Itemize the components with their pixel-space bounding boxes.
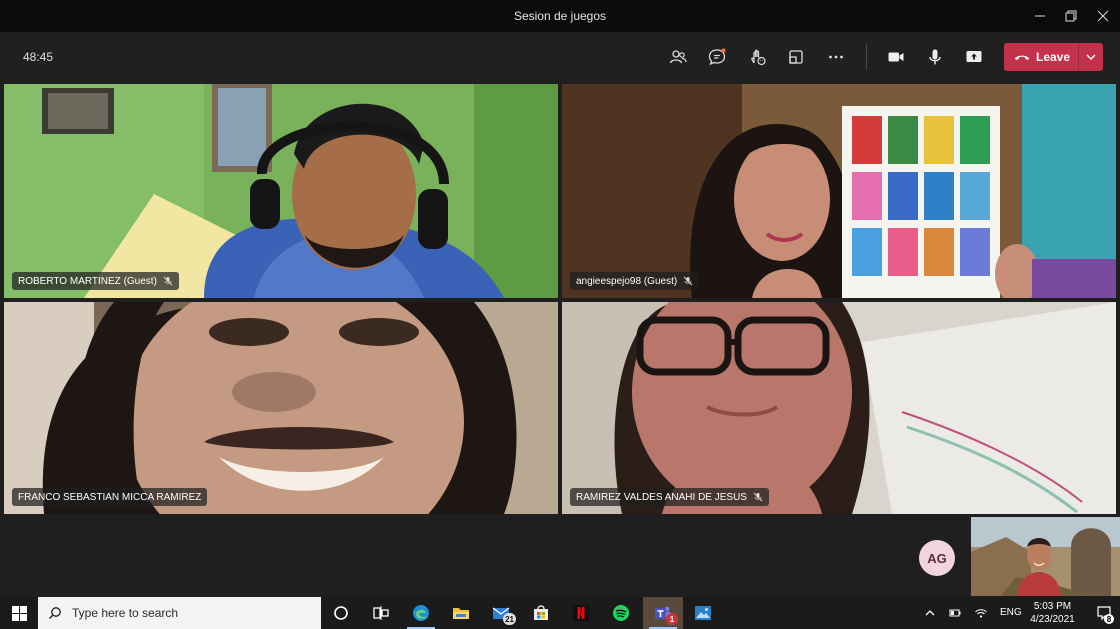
- show-hidden-icons-button[interactable]: [920, 597, 940, 629]
- cortana-icon: [334, 606, 348, 620]
- taskbar-app-store[interactable]: [521, 597, 561, 629]
- participant-name: angieespejo98 (Guest): [576, 275, 678, 287]
- mic-off-icon: [163, 276, 173, 286]
- windows-logo-icon: [11, 605, 27, 621]
- video-tile[interactable]: FRANCO SEBASTIAN MICCA RAMIREZ: [4, 302, 558, 514]
- participant-name-tag: RAMIREZ VALDES ANAHI DE JESUS: [570, 488, 769, 506]
- participant-name: FRANCO SEBASTIAN MICCA RAMIREZ: [18, 491, 202, 503]
- leave-meeting-control: Leave: [1004, 43, 1103, 71]
- taskbar-app-edge[interactable]: [401, 597, 441, 629]
- netflix-icon: [573, 605, 589, 621]
- toolbar-divider: [866, 44, 867, 70]
- taskbar-clock[interactable]: 5:03 PM 4/23/2021: [1025, 600, 1080, 626]
- camera-button[interactable]: [881, 43, 911, 71]
- taskbar-app-mail[interactable]: 21: [481, 597, 521, 629]
- self-video: [971, 517, 1120, 596]
- title-bar: Sesion de juegos: [0, 0, 1120, 32]
- self-view-video[interactable]: [971, 517, 1120, 596]
- reactions-icon: [751, 49, 766, 66]
- participant-video: [562, 84, 1116, 298]
- leave-options-button[interactable]: [1079, 43, 1103, 71]
- meeting-timer: 48:45: [23, 50, 54, 64]
- participant-name-tag: angieespejo98 (Guest): [570, 272, 700, 290]
- task-view-icon: [373, 606, 389, 620]
- leave-label: Leave: [1036, 50, 1071, 64]
- meeting-toolbar: 48:45 Leave: [0, 32, 1120, 82]
- action-center-button[interactable]: 8: [1088, 597, 1120, 629]
- task-view-button[interactable]: [361, 597, 401, 629]
- network-indicator[interactable]: [970, 597, 992, 629]
- photos-icon: [695, 606, 711, 620]
- breakout-rooms-button[interactable]: [781, 43, 811, 71]
- participant-name-tag: ROBERTO MARTINEZ (Guest): [12, 272, 179, 290]
- camera-icon: [888, 52, 904, 62]
- microphone-button[interactable]: [920, 43, 950, 71]
- video-tile[interactable]: angieespejo98 (Guest): [562, 84, 1116, 298]
- chat-button[interactable]: [702, 43, 732, 71]
- more-icon: [829, 55, 843, 59]
- leave-button[interactable]: Leave: [1004, 43, 1078, 71]
- avatar[interactable]: AG: [919, 540, 955, 576]
- share-screen-button[interactable]: [959, 43, 989, 71]
- battery-indicator[interactable]: [944, 597, 966, 629]
- video-tile[interactable]: RAMIREZ VALDES ANAHI DE JESUS: [562, 302, 1116, 514]
- restore-button[interactable]: [1054, 4, 1088, 28]
- edge-icon: [413, 605, 429, 621]
- mail-badge: 21: [503, 613, 516, 625]
- participant-name: RAMIREZ VALDES ANAHI DE JESUS: [576, 491, 747, 503]
- reactions-button[interactable]: [742, 43, 772, 71]
- taskbar-app-teams[interactable]: 1: [643, 597, 683, 629]
- teams-badge: 1: [666, 613, 678, 625]
- rooms-icon: [789, 50, 803, 64]
- video-tile[interactable]: ROBERTO MARTINEZ (Guest): [4, 84, 558, 298]
- minimize-icon: [1035, 15, 1045, 17]
- store-icon: [534, 605, 548, 620]
- mic-off-icon: [753, 492, 763, 502]
- taskbar-app-photos[interactable]: [683, 597, 723, 629]
- restore-icon: [1065, 10, 1077, 22]
- mic-icon: [929, 49, 941, 65]
- input-language[interactable]: ENG: [1000, 607, 1022, 618]
- chevron-down-icon: [1086, 54, 1096, 60]
- participant-name: ROBERTO MARTINEZ (Guest): [18, 275, 157, 287]
- battery-icon: [949, 609, 961, 617]
- file-explorer-icon: [453, 608, 469, 619]
- teams-meeting-window: Sesion de juegos 48:45 Leave ROBERTO MAR…: [0, 0, 1120, 629]
- windows-taskbar: 21 1 ENG 5:03 PM 4/23/20: [0, 597, 1120, 629]
- close-icon: [1097, 10, 1109, 22]
- start-button[interactable]: [0, 597, 38, 629]
- chevron-up-icon: [925, 610, 935, 616]
- search-input[interactable]: [72, 606, 292, 620]
- spotify-icon: [613, 605, 629, 621]
- participants-icon: [669, 50, 687, 64]
- clock-time: 5:03 PM: [1033, 601, 1072, 612]
- participant-video: [4, 302, 558, 514]
- avatar-initials: AG: [927, 550, 947, 566]
- participant-video: [4, 84, 558, 298]
- taskbar-search-box[interactable]: [38, 597, 321, 629]
- more-actions-button[interactable]: [821, 43, 851, 71]
- notification-count: 8: [1104, 614, 1114, 624]
- wifi-icon: [975, 609, 987, 618]
- share-icon: [966, 51, 982, 62]
- chat-icon: [708, 48, 726, 66]
- close-button[interactable]: [1086, 4, 1120, 28]
- mic-off-icon: [683, 276, 693, 286]
- participant-video: [562, 302, 1116, 514]
- hang-up-icon: [1014, 55, 1030, 61]
- participants-button[interactable]: [663, 43, 693, 71]
- clock-date: 4/23/2021: [1030, 614, 1075, 625]
- window-title: Sesion de juegos: [513, 9, 607, 23]
- taskbar-app-file-explorer[interactable]: [441, 597, 481, 629]
- participant-name-tag: FRANCO SEBASTIAN MICCA RAMIREZ: [12, 488, 208, 506]
- search-icon: [49, 607, 61, 619]
- taskbar-app-spotify[interactable]: [601, 597, 641, 629]
- cortana-button[interactable]: [321, 597, 361, 629]
- minimize-button[interactable]: [1023, 4, 1057, 28]
- taskbar-app-netflix[interactable]: [561, 597, 601, 629]
